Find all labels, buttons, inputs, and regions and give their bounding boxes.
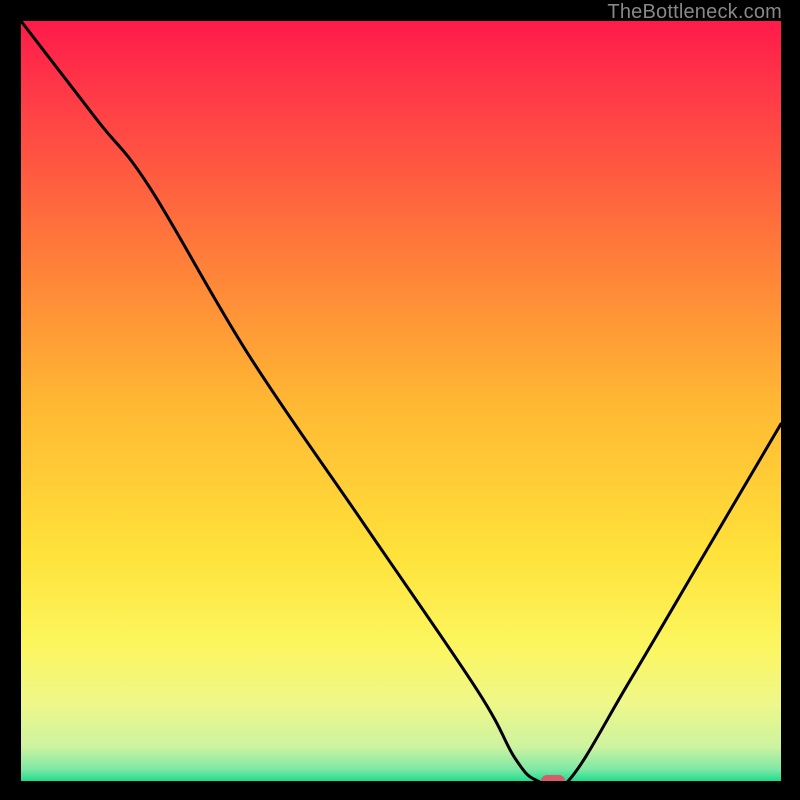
plot-area [21, 21, 781, 781]
chart-frame: TheBottleneck.com [0, 0, 800, 800]
bottleneck-curve [21, 21, 781, 781]
optimal-marker [541, 775, 565, 781]
